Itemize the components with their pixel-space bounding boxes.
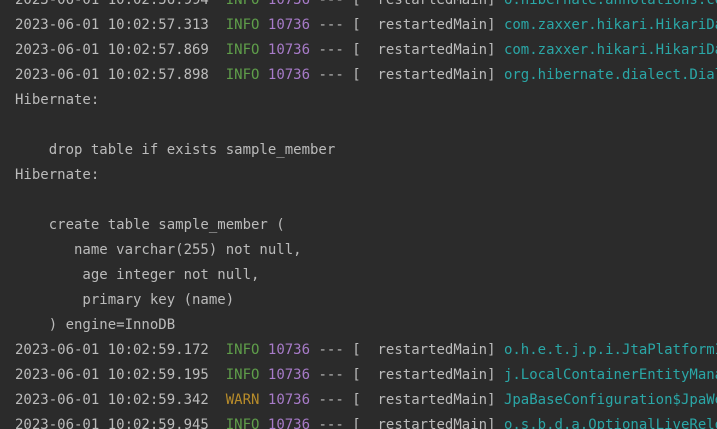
log-logger-link[interactable]: o.h.e.t.j.p.i.JtaPlatformIniti <box>504 342 717 358</box>
log-pid: 10736 <box>267 42 311 58</box>
log-level-badge: INFO <box>225 17 260 33</box>
log-timestamp: 2023-06-01 10:02:59.172 <box>15 342 209 358</box>
console-text-line: age integer not null, <box>15 263 259 288</box>
console-text: Hibernate: <box>15 92 100 108</box>
console-text: Hibernate: <box>15 167 100 183</box>
log-logger-link[interactable]: org.hibernate.dialect.Dialect <box>504 67 717 83</box>
log-timestamp: 2023-06-01 10:02:59.945 <box>15 417 209 429</box>
log-separator: --- <box>318 392 344 408</box>
log-pid: 10736 <box>267 17 311 33</box>
console-text-line: create table sample_member ( <box>15 213 285 238</box>
log-thread: [ restartedMain] <box>352 42 496 58</box>
log-line: 2023-06-01 10:02:59.172 INFO 10736 --- [… <box>15 338 717 363</box>
log-logger-link[interactable]: o.s.b.d.a.OptionalLiveReloadSe <box>504 417 717 429</box>
log-logger-link[interactable]: j.LocalContainerEntityManagerF <box>504 367 717 383</box>
log-pid: 10736 <box>267 417 311 429</box>
log-thread: [ restartedMain] <box>352 367 496 383</box>
log-line: 2023-06-01 10:02:56.994 INFO 10736 --- [… <box>15 0 717 13</box>
log-logger-link[interactable]: com.zaxxer.hikari.HikariDataSo <box>504 17 717 33</box>
console-text: create table sample_member ( <box>15 217 285 233</box>
console-text: name varchar(255) not null, <box>15 242 302 258</box>
console-text-line: Hibernate: <box>15 88 99 113</box>
log-line: 2023-06-01 10:02:57.313 INFO 10736 --- [… <box>15 13 717 38</box>
console-text-line: Hibernate: <box>15 163 99 188</box>
log-line: 2023-06-01 10:02:59.195 INFO 10736 --- [… <box>15 363 717 388</box>
log-logger-link[interactable]: com.zaxxer.hikari.HikariDataSo <box>504 42 717 58</box>
log-pid: 10736 <box>267 367 311 383</box>
console-text-line: ) engine=InnoDB <box>15 313 175 338</box>
log-separator: --- <box>318 42 344 58</box>
log-timestamp: 2023-06-01 10:02:57.313 <box>15 17 209 33</box>
console-text-line: name varchar(255) not null, <box>15 238 302 263</box>
log-pid: 10736 <box>267 0 311 8</box>
log-line: 2023-06-01 10:02:57.869 INFO 10736 --- [… <box>15 38 717 63</box>
log-line: 2023-06-01 10:02:59.342 WARN 10736 --- [… <box>15 388 717 413</box>
log-thread: [ restartedMain] <box>352 417 496 429</box>
log-separator: --- <box>318 67 344 83</box>
log-line: 2023-06-01 10:02:57.898 INFO 10736 --- [… <box>15 63 717 88</box>
log-separator: --- <box>318 17 344 33</box>
console-text-line: drop table if exists sample_member <box>15 138 336 163</box>
log-separator: --- <box>318 342 344 358</box>
log-thread: [ restartedMain] <box>352 342 496 358</box>
log-level-badge: INFO <box>225 0 260 8</box>
log-level-badge: INFO <box>225 342 260 358</box>
log-pid: 10736 <box>267 342 311 358</box>
log-logger-link[interactable]: o.hibernate.annotations.common <box>504 0 717 8</box>
log-timestamp: 2023-06-01 10:02:57.898 <box>15 67 209 83</box>
log-logger-link[interactable]: JpaBaseConfiguration$JpaWebCon <box>504 392 717 408</box>
log-timestamp: 2023-06-01 10:02:59.195 <box>15 367 209 383</box>
log-separator: --- <box>318 0 344 8</box>
log-line: 2023-06-01 10:02:59.945 INFO 10736 --- [… <box>15 413 717 429</box>
log-separator: --- <box>318 367 344 383</box>
log-thread: [ restartedMain] <box>352 67 496 83</box>
console-text: ) engine=InnoDB <box>15 317 176 333</box>
log-level-badge: WARN <box>225 392 260 408</box>
console-text-line: primary key (name) <box>15 288 234 313</box>
log-timestamp: 2023-06-01 10:02:57.869 <box>15 42 209 58</box>
log-thread: [ restartedMain] <box>352 0 496 8</box>
log-timestamp: 2023-06-01 10:02:56.994 <box>15 0 209 8</box>
log-separator: --- <box>318 417 344 429</box>
log-level-badge: INFO <box>225 67 260 83</box>
console-text: primary key (name) <box>15 292 235 308</box>
console-text: age integer not null, <box>15 267 260 283</box>
log-level-badge: INFO <box>225 42 260 58</box>
log-pid: 10736 <box>267 67 311 83</box>
log-level-badge: INFO <box>225 367 260 383</box>
log-pid: 10736 <box>267 392 311 408</box>
log-thread: [ restartedMain] <box>352 17 496 33</box>
console-output[interactable]: 2023-06-01 10:02:56.994 INFO 10736 --- [… <box>0 0 717 429</box>
log-timestamp: 2023-06-01 10:02:59.342 <box>15 392 209 408</box>
console-text: drop table if exists sample_member <box>15 142 336 158</box>
log-thread: [ restartedMain] <box>352 392 496 408</box>
log-level-badge: INFO <box>225 417 260 429</box>
